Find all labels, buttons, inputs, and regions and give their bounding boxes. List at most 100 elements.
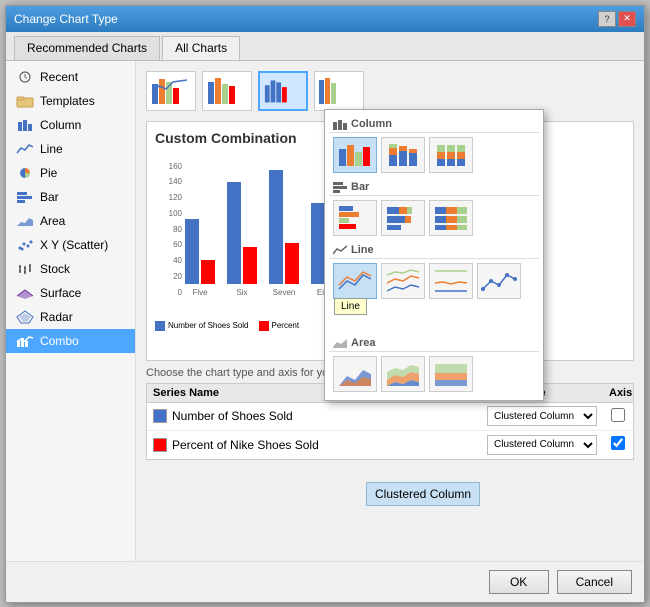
sidebar-label-combo: Combo [40,334,79,348]
panel-icon-100-stacked-column[interactable] [429,137,473,173]
series-axis-checkbox-1[interactable] [611,436,625,450]
bar-pair-five: Five [185,219,215,297]
series-chart-cell-0[interactable]: Clustered Column Line Area [483,403,603,429]
clustered-bar-icon [337,204,373,232]
x-label-five: Five [192,288,207,297]
panel-line-icons [329,259,539,303]
panel-area-title: Area [351,337,375,349]
panel-icon-100-stacked-line[interactable] [429,263,473,299]
help-button[interactable]: ? [598,11,616,27]
stacked-bar-icon [385,204,421,232]
series-chart-cell-1[interactable]: Clustered Column Line Area [483,432,603,458]
tooltip-text: Line [341,301,360,312]
legend-color-red [259,321,269,331]
pie-chart-icon [16,166,34,180]
change-chart-type-dialog: Change Chart Type ? ✕ Recommended Charts… [5,5,645,603]
sidebar-item-combo[interactable]: Combo [6,329,135,353]
panel-line-title: Line [351,244,374,256]
sidebar-item-xy-scatter[interactable]: X Y (Scatter) [6,233,135,257]
line-chart-icon [16,142,34,156]
panel-section-column: Column [329,114,539,133]
bar-red-seven [285,243,299,284]
100-stacked-area-icon [433,360,469,388]
thumb-chart-icon-4 [317,74,361,108]
sidebar-label-stock: Stock [40,262,70,276]
bar-section-icon [333,181,347,193]
sidebar-item-bar[interactable]: Bar [6,185,135,209]
series-label-0: Number of Shoes Sold [172,409,293,423]
main-content: Recent Templates Column Line Pie Bar [6,61,644,561]
bar-blue-six [227,182,241,284]
bar-pair-seven: Seven [269,170,299,297]
panel-icon-line-markers[interactable] [477,263,521,299]
sidebar-item-templates[interactable]: Templates [6,89,135,113]
header-axis: Axis [603,384,633,402]
tab-recommended-charts[interactable]: Recommended Charts [14,36,160,60]
series-row-0: Number of Shoes Sold Clustered Column Li… [147,403,633,431]
dialog-footer: OK Cancel [6,561,644,602]
scatter-chart-icon [16,238,34,252]
panel-icon-100-stacked-bar[interactable] [429,200,473,236]
sidebar-item-recent[interactable]: Recent [6,65,135,89]
bar-pair-six: Six [227,182,257,297]
column-chart-icon [16,118,34,132]
sidebar-label-bar: Bar [40,190,59,204]
sidebar-label-radar: Radar [40,310,73,324]
sidebar-item-stock[interactable]: Stock [6,257,135,281]
sidebar-item-column[interactable]: Column [6,113,135,137]
panel-icon-line[interactable] [333,263,377,299]
series-chart-type-select-0[interactable]: Clustered Column Line Area [487,406,597,426]
tab-all-charts[interactable]: All Charts [162,36,240,60]
area-chart-icon [16,214,34,228]
chart-thumbs-row [146,71,634,111]
100-stacked-column-icon [433,141,469,169]
series-chart-type-select-1[interactable]: Clustered Column Line Area [487,435,597,455]
sidebar-label-line: Line [40,142,63,156]
folder-icon [16,94,34,108]
panel-icon-clustered-column[interactable] [333,137,377,173]
sidebar-item-surface[interactable]: Surface [6,281,135,305]
panel-bar-icons [329,196,539,240]
legend-item-red: Percent [259,321,300,331]
sidebar-item-line[interactable]: Line [6,137,135,161]
panel-icon-area[interactable] [333,356,377,392]
title-bar-controls: ? ✕ [598,11,636,27]
series-name-0: Number of Shoes Sold [147,406,483,426]
series-axis-checkbox-0[interactable] [611,408,625,422]
x-label-seven: Seven [273,288,296,297]
panel-icon-clustered-bar[interactable] [333,200,377,236]
thumb-chart-1[interactable] [146,71,196,111]
close-button[interactable]: ✕ [618,11,636,27]
clustered-column-label: Clustered Column [366,482,480,506]
thumb-chart-4[interactable] [314,71,364,111]
series-name-1: Percent of Nike Shoes Sold [147,435,483,455]
bar-red-six [243,247,257,284]
stacked-line-icon [385,267,421,295]
sidebar-label-xy-scatter: X Y (Scatter) [40,238,108,252]
clustered-column-icon [337,141,373,169]
cancel-button[interactable]: Cancel [557,570,632,594]
thumb-chart-icon-2 [205,74,249,108]
panel-icon-stacked-bar[interactable] [381,200,425,236]
thumb-chart-2[interactable] [202,71,252,111]
series-color-1 [153,438,167,452]
series-label-1: Percent of Nike Shoes Sold [172,438,319,452]
sidebar-item-area[interactable]: Area [6,209,135,233]
title-bar: Change Chart Type ? ✕ [6,6,644,32]
column-section-icon [333,118,347,130]
panel-icon-stacked-line[interactable] [381,263,425,299]
stacked-area-icon [385,360,421,388]
thumb-chart-icon-1 [149,74,193,108]
thumb-chart-3[interactable] [258,71,308,111]
panel-icon-100-stacked-area[interactable] [429,356,473,392]
panel-icon-stacked-column[interactable] [381,137,425,173]
sidebar-item-radar[interactable]: Radar [6,305,135,329]
series-axis-cell-0 [603,405,633,428]
surface-chart-icon [16,286,34,300]
y-axis: 160140120100806040200 [155,162,185,297]
panel-icon-stacked-area[interactable] [381,356,425,392]
ok-button[interactable]: OK [489,570,549,594]
bar-blue-five [185,219,199,284]
stacked-column-icon [385,141,421,169]
sidebar-item-pie[interactable]: Pie [6,161,135,185]
